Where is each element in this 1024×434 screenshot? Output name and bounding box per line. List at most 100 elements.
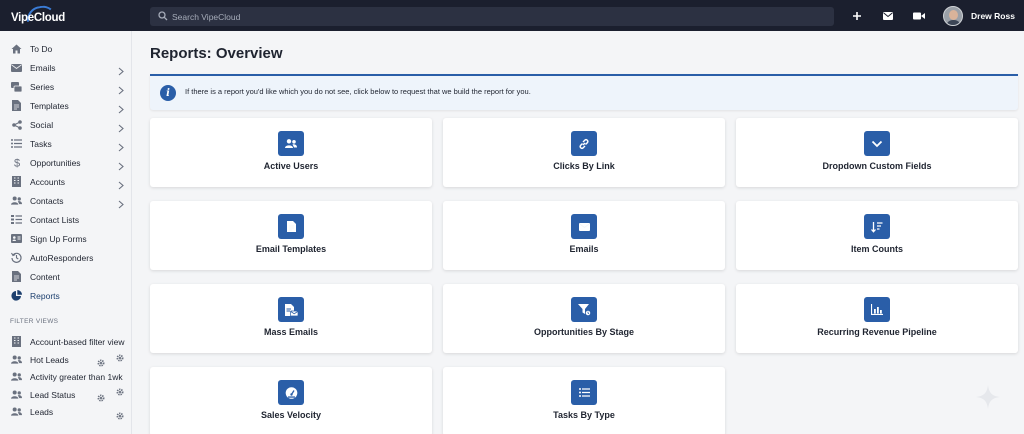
report-card-label: Tasks By Type: [553, 410, 615, 420]
filter-view-label: Account-based filter view: [30, 337, 125, 347]
sidebar-item-social[interactable]: Social: [0, 115, 132, 134]
file-icon: [278, 214, 304, 239]
report-card-mass-emails[interactable]: Mass Emails: [150, 284, 432, 353]
report-card-label: Item Counts: [850, 244, 903, 254]
list-icon: [571, 380, 597, 405]
report-card-label: Recurring Revenue Pipeline: [817, 327, 937, 337]
sidebar-item-opportunities[interactable]: $ Opportunities: [0, 153, 132, 172]
sidebar-item-sign-up-forms[interactable]: Sign Up Forms: [0, 229, 132, 248]
report-card-sales-velocity[interactable]: Sales Velocity: [150, 367, 432, 434]
bar-chart-icon: [864, 297, 890, 322]
sidebar-item-accounts[interactable]: Accounts: [0, 172, 132, 191]
report-card-email-templates[interactable]: Email Templates: [150, 201, 432, 270]
gear-icon[interactable]: [116, 407, 124, 420]
logo-text: VipeCloud: [11, 12, 65, 24]
chevron-right-icon[interactable]: [118, 120, 126, 133]
svg-text:$: $: [13, 158, 19, 169]
filter-views-heading: FILTER VIEWS: [10, 318, 59, 325]
chevron-right-icon[interactable]: [118, 158, 126, 171]
vipecloud-logo[interactable]: VipeCloud: [10, 3, 65, 26]
users-icon: [278, 131, 304, 156]
sidebar-item-tasks[interactable]: Tasks: [0, 134, 132, 153]
sidebar-item-label: Emails: [30, 63, 56, 73]
envelope-icon: [571, 214, 597, 239]
filter-view-label: Leads: [30, 407, 54, 417]
sidebar-item-label: AutoResponders: [30, 253, 94, 263]
filter-view-label: Activity greater than 1wk: [30, 372, 123, 382]
filter-view-activity-greater-than-1wk[interactable]: Activity greater than 1wk: [0, 367, 132, 386]
sidebar-item-templates[interactable]: Templates: [0, 96, 132, 115]
gear-icon[interactable]: [116, 349, 124, 362]
chevron-right-icon[interactable]: [118, 63, 126, 76]
pie-chart-icon: [11, 290, 22, 301]
info-banner: i If there is a report you'd like which …: [150, 74, 1018, 110]
users-icon: [11, 406, 22, 417]
report-card-opportunities-by-stage[interactable]: Opportunities By Stage: [443, 284, 725, 353]
gauge-icon: [278, 380, 304, 405]
sidebar-item-label: Accounts: [30, 177, 65, 187]
report-card-emails[interactable]: Emails: [443, 201, 725, 270]
page-title: Reports: Overview: [150, 45, 283, 62]
sidebar: To Do Emails Series Templates Social Tasks $ Op…: [0, 31, 132, 434]
users-icon: [11, 195, 22, 206]
report-card-clicks-by-link[interactable]: Clicks By Link: [443, 118, 725, 187]
search-bar[interactable]: [150, 7, 834, 26]
sidebar-item-label: Content: [30, 272, 60, 282]
report-card-recurring-revenue-pipeline[interactable]: Recurring Revenue Pipeline: [736, 284, 1018, 353]
report-card-label: Email Templates: [255, 244, 327, 254]
sidebar-item-label: Reports: [30, 291, 60, 301]
sidebar-item-label: Contacts: [30, 196, 64, 206]
filter-view-lead-status[interactable]: Lead Status: [0, 385, 132, 404]
share-icon: [11, 119, 22, 130]
report-card-label: Opportunities By Stage: [533, 327, 634, 337]
chevron-right-icon[interactable]: [118, 139, 126, 152]
sidebar-item-content[interactable]: Content: [0, 267, 132, 286]
plus-icon[interactable]: [850, 9, 864, 23]
sparkle-icon: [976, 385, 1000, 409]
sidebar-item-contact-lists[interactable]: Contact Lists: [0, 210, 132, 229]
sidebar-item-reports[interactable]: Reports: [0, 286, 132, 305]
info-icon: i: [160, 85, 176, 101]
report-card-active-users[interactable]: Active Users: [150, 118, 432, 187]
chevron-right-icon[interactable]: [118, 196, 126, 209]
user-avatar[interactable]: [943, 6, 963, 26]
filter-view-hot-leads[interactable]: Hot Leads: [0, 350, 132, 369]
series-icon: [11, 81, 22, 92]
gear-icon[interactable]: [116, 383, 124, 396]
envelope-icon: [11, 62, 22, 73]
user-name[interactable]: Drew Ross: [971, 11, 1015, 21]
chevron-right-icon[interactable]: [118, 101, 126, 114]
sidebar-item-series[interactable]: Series: [0, 77, 132, 96]
home-icon: [11, 43, 22, 54]
mass-email-icon: [278, 297, 304, 322]
chevron-down-icon: [864, 131, 890, 156]
sidebar-item-emails[interactable]: Emails: [0, 58, 132, 77]
report-card-dropdown-custom-fields[interactable]: Dropdown Custom Fields: [736, 118, 1018, 187]
gear-icon[interactable]: [97, 354, 105, 367]
chevron-right-icon[interactable]: [118, 82, 126, 95]
gear-icon[interactable]: [97, 389, 105, 402]
info-message: If there is a report you'd like which yo…: [185, 87, 531, 96]
mail-icon[interactable]: [881, 9, 895, 23]
sidebar-item-label: Sign Up Forms: [30, 234, 87, 244]
report-card-label: Emails: [569, 244, 599, 254]
building-icon: [11, 176, 22, 187]
sidebar-item-label: Contact Lists: [30, 215, 80, 225]
sidebar-item-contacts[interactable]: Contacts: [0, 191, 132, 210]
sidebar-item-label: Tasks: [30, 139, 52, 149]
report-card-item-counts[interactable]: Item Counts: [736, 201, 1018, 270]
sidebar-item-label: To Do: [30, 44, 53, 54]
chevron-right-icon[interactable]: [118, 177, 126, 190]
filter-view-leads[interactable]: Leads: [0, 402, 132, 421]
filter-view-account-based-filter-view[interactable]: Account-based filter view: [0, 332, 132, 351]
sidebar-item-autoresponders[interactable]: AutoResponders: [0, 248, 132, 267]
id-card-icon: [11, 233, 22, 244]
building-icon: [11, 336, 22, 347]
video-icon[interactable]: [912, 9, 926, 23]
sidebar-item-to-do[interactable]: To Do: [0, 39, 132, 58]
report-card-tasks-by-type[interactable]: Tasks By Type: [443, 367, 725, 434]
filter-view-label: Lead Status: [30, 389, 76, 400]
search-input[interactable]: [172, 7, 812, 26]
top-bar: VipeCloud Drew Ross: [0, 0, 1024, 31]
report-card-label: Active Users: [263, 161, 319, 171]
